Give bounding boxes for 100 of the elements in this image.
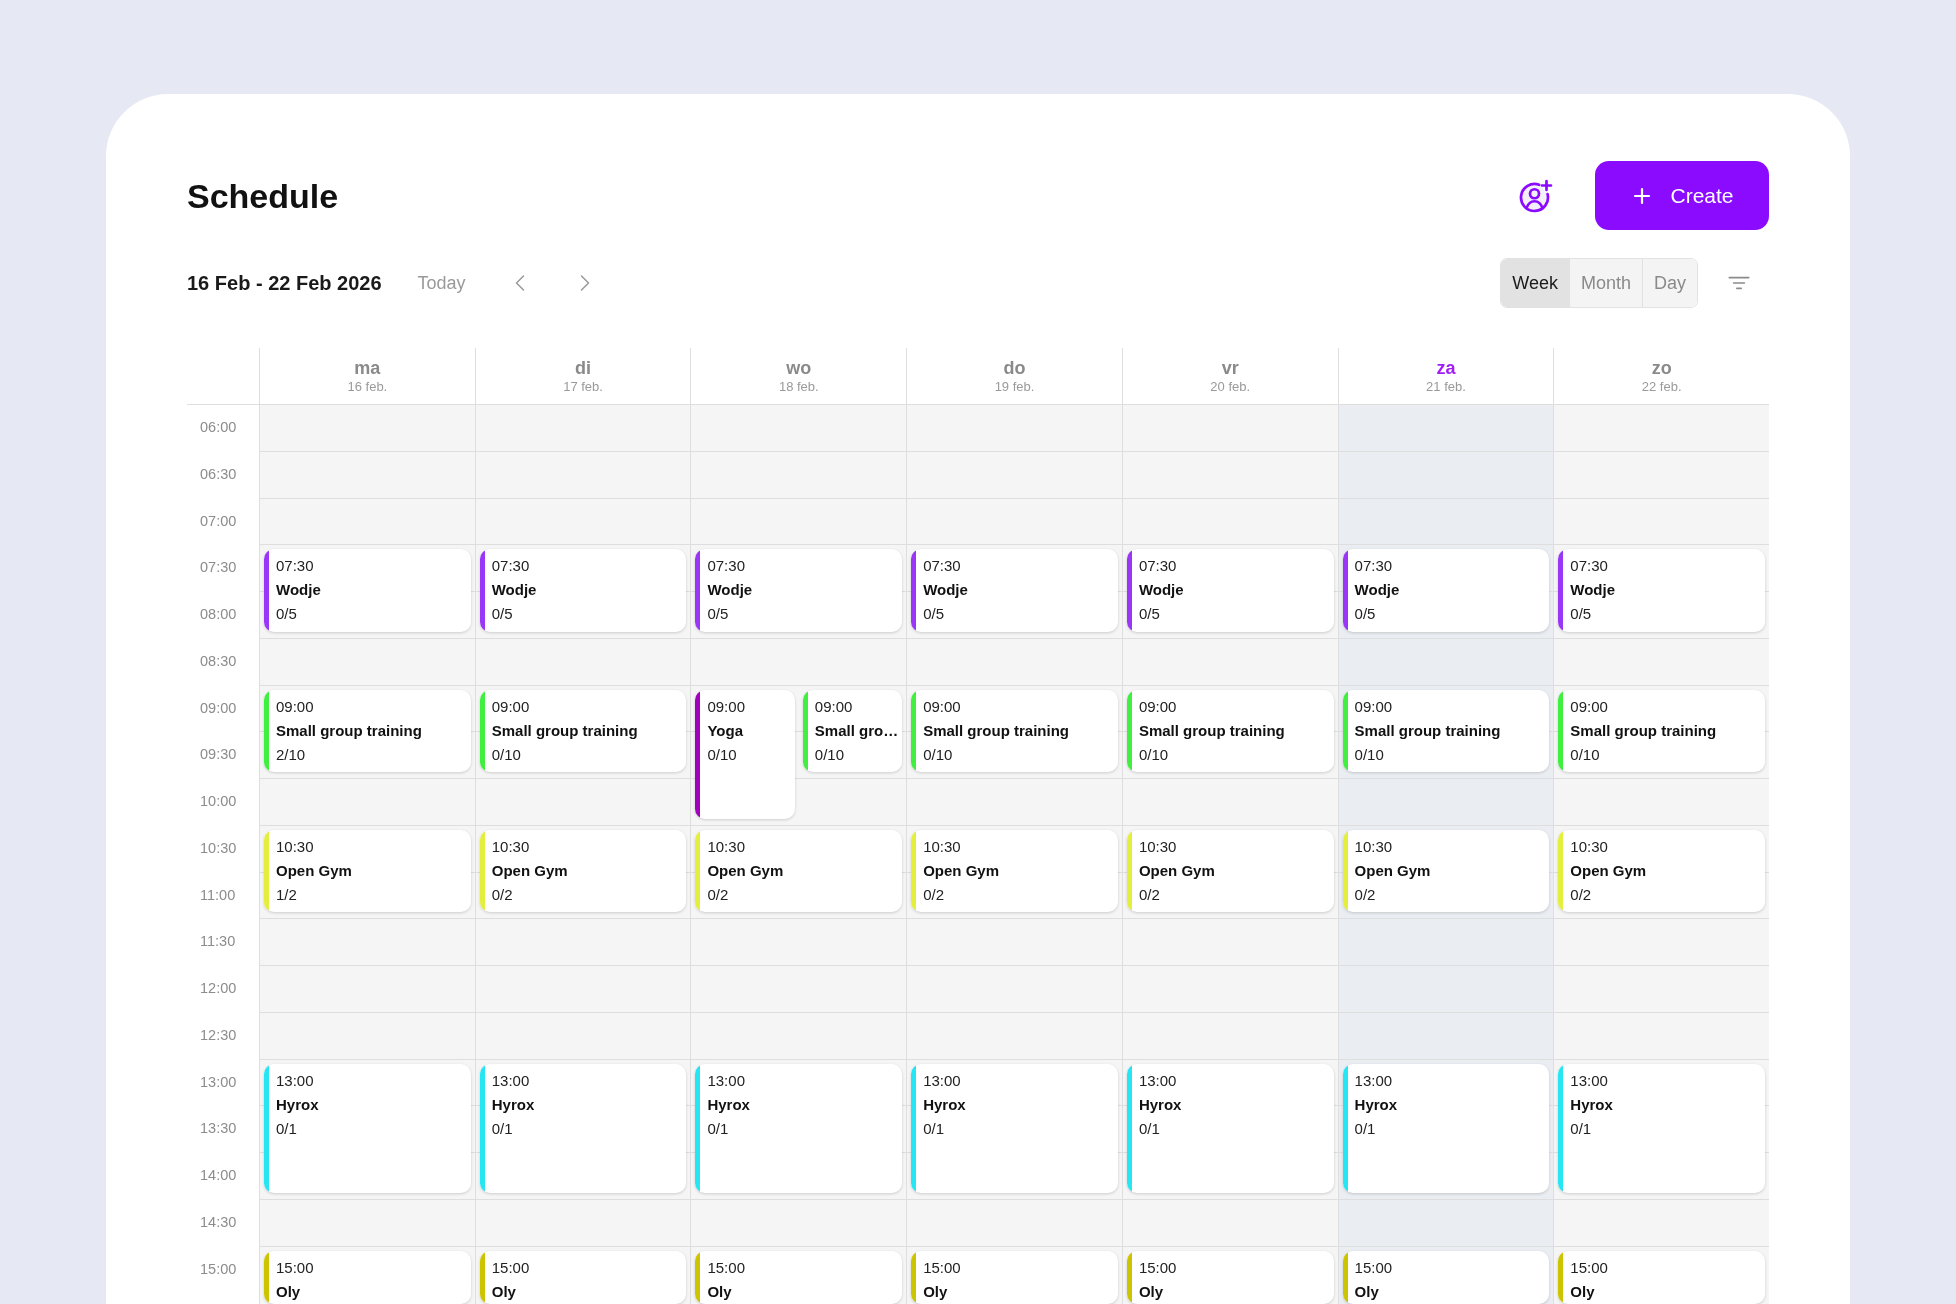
event-card[interactable]: 07:30 Wodje 0/5	[695, 549, 903, 632]
event-capacity: 0/1	[1138, 1118, 1160, 1139]
event-capacity: 0/1	[1354, 1118, 1376, 1139]
event-time: 13:00	[1138, 1070, 1177, 1091]
event-title: Oly	[1354, 1281, 1379, 1302]
event-capacity: 0/5	[1570, 604, 1592, 625]
event-card[interactable]: 10:30 Open Gym 0/2	[1342, 829, 1550, 913]
event-card[interactable]: 15:00 Oly	[264, 1250, 471, 1304]
event-capacity: 0/10	[1138, 744, 1169, 765]
event-card[interactable]: 07:30 Wodje 0/5	[264, 549, 471, 632]
event-capacity: 0/10	[1570, 744, 1600, 765]
event-title: Open Gym	[1570, 860, 1647, 881]
event-capacity: 0/1	[276, 1118, 297, 1139]
event-card[interactable]: 15:00 Oly	[911, 1250, 1118, 1304]
time-label: 09:30	[200, 746, 237, 763]
event-card[interactable]: 13:00 Hyrox 0/1	[695, 1063, 903, 1193]
time-label: 10:30	[200, 839, 237, 856]
event-card[interactable]: 15:00 Oly	[695, 1250, 903, 1304]
event-capacity: 0/1	[491, 1118, 513, 1139]
event-time: 13:00	[1570, 1070, 1608, 1091]
event-title: Oly	[923, 1281, 948, 1302]
event-capacity: 0/5	[707, 604, 729, 625]
event-card[interactable]: 13:00 Hyrox 0/1	[479, 1063, 687, 1193]
event-capacity: 2/10	[276, 744, 306, 765]
event-card[interactable]: 13:00 Hyrox 0/1	[1126, 1063, 1334, 1193]
event-card[interactable]: 10:30 Open Gym 0/2	[479, 829, 687, 913]
event-card[interactable]: 15:00 Oly	[1342, 1250, 1550, 1304]
view-tab[interactable]: Week	[1501, 259, 1569, 307]
time-label: 07:00	[200, 512, 237, 529]
event-title: Hyrox	[276, 1094, 319, 1115]
event-capacity: 0/1	[707, 1118, 729, 1139]
day-name: zo	[1651, 357, 1672, 379]
event-card[interactable]: 07:30 Wodje 0/5	[1342, 549, 1550, 632]
event-card[interactable]: 07:30 Wodje 0/5	[911, 549, 1118, 632]
event-card[interactable]: 09:00 Small group training 0/10	[1342, 689, 1550, 773]
event-time: 07:30	[707, 556, 745, 577]
event-card[interactable]: 10:30 Open Gym 0/2	[1126, 829, 1334, 913]
event-card[interactable]: 09:00 Small group training 0/10	[1126, 689, 1334, 773]
event-card[interactable]: 13:00 Hyrox 0/1	[1558, 1063, 1766, 1193]
event-card[interactable]: 07:30 Wodje 0/5	[1126, 549, 1334, 632]
event-time: 15:00	[1570, 1257, 1608, 1278]
event-card[interactable]: 10:30 Open Gym 1/2	[264, 829, 471, 913]
event-card[interactable]: 10:30 Open Gym 0/2	[911, 829, 1118, 913]
event-title: Small group training	[491, 720, 638, 741]
event-time: 13:00	[707, 1070, 745, 1091]
event-title: Hyrox	[1138, 1094, 1182, 1115]
event-time: 15:00	[491, 1257, 530, 1278]
event-capacity: 0/10	[814, 744, 844, 765]
time-label: 12:00	[200, 980, 237, 997]
day-date: 21 feb.	[1426, 379, 1466, 395]
event-card[interactable]: 13:00 Hyrox 0/1	[1342, 1063, 1550, 1193]
day-name: di	[575, 357, 592, 379]
event-card[interactable]: 09:00 Small gro… 0/10	[802, 689, 903, 773]
event-capacity: 0/2	[1354, 884, 1376, 905]
event-card[interactable]: 13:00 Hyrox 0/1	[264, 1063, 471, 1193]
event-card[interactable]: 13:00 Hyrox 0/1	[911, 1063, 1118, 1193]
event-title: Oly	[491, 1281, 516, 1302]
event-capacity: 0/2	[1570, 884, 1592, 905]
event-title: Small gro…	[814, 720, 899, 741]
time-label: 11:30	[200, 933, 236, 950]
event-card[interactable]: 15:00 Oly	[1126, 1250, 1334, 1304]
event-title: Small group training	[923, 720, 1069, 741]
event-time: 13:00	[491, 1070, 530, 1091]
event-title: Hyrox	[1570, 1094, 1613, 1115]
event-title: Hyrox	[707, 1094, 750, 1115]
day-name: vr	[1221, 357, 1239, 379]
time-label: 12:30	[200, 1026, 237, 1043]
event-title: Hyrox	[491, 1094, 535, 1115]
event-capacity: 0/2	[707, 884, 729, 905]
date-range-label: 16 Feb - 22 Feb 2026	[187, 271, 382, 296]
event-capacity: 0/2	[923, 884, 944, 905]
event-time: 13:00	[276, 1070, 314, 1091]
event-capacity: 0/5	[1138, 604, 1160, 625]
event-title: Open Gym	[1138, 860, 1215, 881]
event-capacity: 0/10	[707, 744, 737, 765]
event-time: 10:30	[1354, 836, 1393, 857]
event-title: Oly	[276, 1281, 301, 1302]
event-title: Small group training	[1570, 720, 1717, 741]
event-card[interactable]: 10:30 Open Gym 0/2	[1558, 829, 1766, 913]
event-title: Wodje	[491, 580, 537, 601]
event-title: Open Gym	[707, 860, 784, 881]
time-label: 08:00	[200, 606, 237, 623]
event-card[interactable]: 07:30 Wodje 0/5	[1558, 549, 1766, 632]
time-label: 06:30	[200, 465, 237, 482]
add-user-button[interactable]	[1518, 177, 1554, 214]
create-button[interactable]: Create	[1595, 161, 1769, 230]
event-card[interactable]: 09:00 Small group training 0/10	[479, 689, 687, 773]
event-time: 15:00	[276, 1257, 314, 1278]
event-card[interactable]: 07:30 Wodje 0/5	[479, 549, 687, 632]
time-label: 14:00	[200, 1167, 237, 1184]
event-card[interactable]: 15:00 Oly	[479, 1250, 687, 1304]
event-card[interactable]: 09:00 Small group training 2/10	[264, 689, 471, 773]
user-plus-icon	[1518, 177, 1554, 214]
event-card[interactable]: 10:30 Open Gym 0/2	[695, 829, 903, 913]
event-card[interactable]: 09:00 Yoga 0/10	[695, 689, 795, 819]
event-card[interactable]: 15:00 Oly	[1558, 1250, 1766, 1304]
event-card[interactable]: 09:00 Small group training 0/10	[1558, 689, 1766, 773]
event-time: 10:30	[1138, 836, 1177, 857]
event-card[interactable]: 09:00 Small group training 0/10	[911, 689, 1118, 773]
day-name: ma	[354, 357, 381, 379]
